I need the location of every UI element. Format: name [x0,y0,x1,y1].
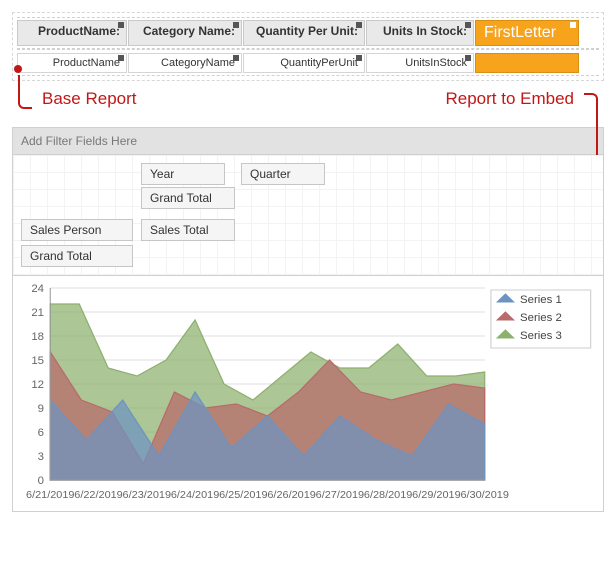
svg-text:6/28/2019: 6/28/2019 [364,489,413,501]
pivot-grid-area[interactable]: Year Quarter Grand Total Sales Person Sa… [13,155,603,275]
col-header-quantityperunit[interactable]: Quantity Per Unit: [243,20,365,46]
subreport-placeholder-detail[interactable] [475,53,579,73]
pivot-field-year[interactable]: Year [141,163,225,185]
data-row: ProductName CategoryName QuantityPerUnit… [17,53,599,73]
svg-text:6/30/2019: 6/30/2019 [460,489,509,501]
filter-placeholder-text: Add Filter Fields Here [21,134,137,148]
svg-text:0: 0 [38,475,44,487]
callout-label: Report to Embed [445,89,574,109]
table-detail-band: ProductName CategoryName QuantityPerUnit… [17,49,599,76]
smarttag-icon[interactable] [118,55,124,61]
table-header-band: ProductName: Category Name: Quantity Per… [17,17,599,49]
svg-text:6/26/2019: 6/26/2019 [267,489,316,501]
callout-base-report: Base Report [18,89,137,109]
field-categoryname[interactable]: CategoryName [128,53,242,73]
smarttag-icon[interactable] [465,55,471,61]
svg-text:3: 3 [38,451,44,463]
svg-text:9: 9 [38,403,44,415]
svg-text:6/29/2019: 6/29/2019 [412,489,461,501]
svg-text:6/25/2019: 6/25/2019 [219,489,268,501]
svg-text:21: 21 [31,307,44,319]
smarttag-icon[interactable] [570,22,576,28]
svg-text:6/22/2019: 6/22/2019 [74,489,123,501]
area-chart[interactable]: 0 3 6 9 12 15 18 21 24 6/21/20196/22/20196/23/201… [17,282,599,504]
header-row: ProductName: Category Name: Quantity Per… [17,20,599,46]
smarttag-icon[interactable] [465,22,471,28]
svg-text:Series 3: Series 3 [520,330,562,342]
field-quantityperunit[interactable]: QuantityPerUnit [243,53,365,73]
field-productname[interactable]: ProductName [17,53,127,73]
pivot-grand-total-col[interactable]: Grand Total [21,245,133,267]
base-report-designer: ProductName: Category Name: Quantity Per… [12,12,604,81]
pivot-field-salesperson[interactable]: Sales Person [21,219,133,241]
svg-text:Series 1: Series 1 [520,294,562,306]
col-header-productname[interactable]: ProductName: [17,20,127,46]
svg-text:6: 6 [38,427,44,439]
svg-text:Series 2: Series 2 [520,312,562,324]
svg-text:6/21/2019: 6/21/2019 [26,489,75,501]
callout-label: Base Report [42,89,137,109]
col-header-categoryname[interactable]: Category Name: [128,20,242,46]
pivot-grand-total-row[interactable]: Grand Total [141,187,235,209]
smarttag-icon[interactable] [233,22,239,28]
filter-drop-area[interactable]: Add Filter Fields Here [13,128,603,155]
svg-text:6/24/2019: 6/24/2019 [171,489,220,501]
field-unitsinstock[interactable]: UnitsInStock [366,53,474,73]
smarttag-icon[interactable] [356,22,362,28]
embed-report-designer: Add Filter Fields Here Year Quarter Gran… [12,127,604,512]
callout-embed-report: Report to Embed [445,89,598,109]
annotation-row: Base Report Report to Embed [18,89,598,109]
smarttag-icon[interactable] [233,55,239,61]
svg-text:15: 15 [31,355,44,367]
col-header-unitsinstock[interactable]: Units In Stock: [366,20,474,46]
svg-text:6/27/2019: 6/27/2019 [316,489,365,501]
pivot-field-salestotal[interactable]: Sales Total [141,219,235,241]
smarttag-icon[interactable] [118,22,124,28]
svg-text:18: 18 [31,331,44,343]
svg-text:12: 12 [31,379,44,391]
svg-text:24: 24 [31,283,44,295]
svg-text:6/23/2019: 6/23/2019 [123,489,172,501]
callout-dot-icon [14,65,22,73]
smarttag-icon[interactable] [356,55,362,61]
pivot-field-quarter[interactable]: Quarter [241,163,325,185]
subreport-placeholder[interactable]: FirstLetter [475,20,579,46]
callout-leader-icon [18,75,32,109]
chart-panel: 0 3 6 9 12 15 18 21 24 6/21/20196/22/20196/23/201… [13,275,603,511]
